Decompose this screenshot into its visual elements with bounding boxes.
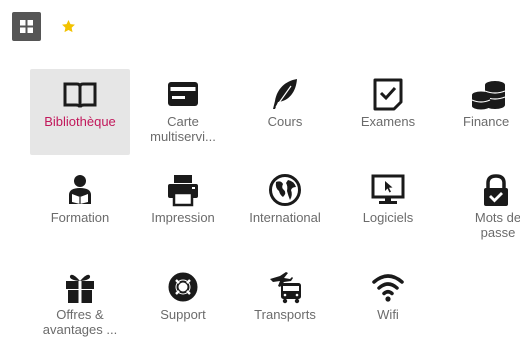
tile-label: International <box>249 210 321 225</box>
tile-label: Offres & avantages ... <box>42 307 118 337</box>
tile-examens[interactable]: Examens <box>338 69 438 155</box>
tile-logiciels[interactable]: Logiciels <box>338 165 438 251</box>
tile-label: Mots de passe <box>474 210 520 240</box>
lock-check-icon <box>484 174 508 206</box>
tile-finance[interactable]: Finance <box>441 69 520 155</box>
globe-icon <box>269 174 301 206</box>
tile-label: Bibliothèque <box>44 114 116 129</box>
tile-cours[interactable]: Cours <box>235 69 335 155</box>
tile-label: Transports <box>254 307 316 322</box>
tile-label: Carte multiservi... <box>150 114 216 144</box>
tile-label: Examens <box>360 114 416 129</box>
tile-carte-multiservices[interactable]: Carte multiservi... <box>133 69 233 155</box>
app-launcher: Bibliothèque Carte multiservi... Cours E… <box>0 0 520 338</box>
lifebuoy-icon <box>168 272 198 302</box>
tile-label: Impression <box>151 210 215 225</box>
favorites-button[interactable] <box>61 19 76 34</box>
tile-label: Wifi <box>377 307 399 322</box>
book-icon <box>63 82 97 108</box>
grid-view-button[interactable] <box>12 12 41 41</box>
coins-icon <box>471 81 506 110</box>
tile-support[interactable]: Support <box>133 262 233 338</box>
reader-icon <box>69 175 91 204</box>
wifi-icon <box>372 274 404 302</box>
monitor-cursor-icon <box>371 174 405 204</box>
gift-icon <box>66 274 94 303</box>
credit-card-icon <box>168 82 198 106</box>
feather-icon <box>273 79 297 109</box>
tile-label: Finance <box>463 114 510 129</box>
star-icon <box>62 19 75 33</box>
checkbox-icon <box>373 78 403 111</box>
tile-mots-de-passe[interactable]: Mots de passe <box>441 165 520 251</box>
toolbar <box>12 12 76 41</box>
grid-icon <box>20 20 33 33</box>
tile-impression[interactable]: Impression <box>133 165 233 251</box>
tile-wifi[interactable]: Wifi <box>338 262 438 338</box>
printer-icon <box>168 175 198 207</box>
tile-formation[interactable]: Formation <box>30 165 130 251</box>
plane-bus-icon <box>270 272 301 304</box>
tile-bibliotheque[interactable]: Bibliothèque <box>30 69 130 155</box>
tile-international[interactable]: International <box>235 165 335 251</box>
tile-label: Formation <box>50 210 110 225</box>
tile-transports[interactable]: Transports <box>235 262 335 338</box>
tile-label: Support <box>160 307 206 322</box>
tile-offres-avantages[interactable]: Offres & avantages ... <box>30 262 130 338</box>
tile-label: Cours <box>267 114 303 129</box>
tile-label: Logiciels <box>362 210 414 225</box>
